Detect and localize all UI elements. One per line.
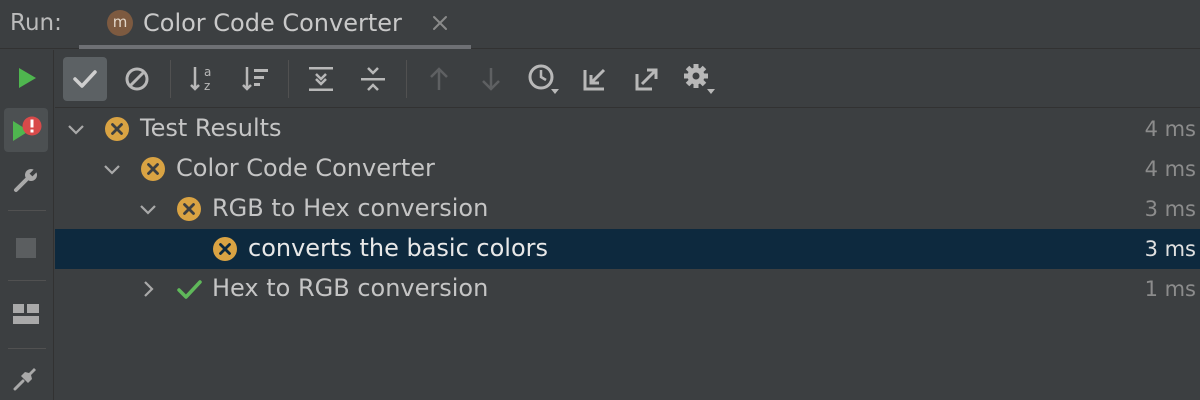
svg-text:z: z bbox=[204, 79, 210, 93]
pin-tab-button[interactable] bbox=[4, 356, 48, 400]
svg-text:a: a bbox=[204, 65, 211, 79]
export-icon bbox=[635, 68, 658, 91]
chevron-down-icon[interactable] bbox=[137, 198, 159, 220]
duration-label: 4 ms bbox=[1144, 157, 1196, 181]
tree-row-converts-basic-colors[interactable]: converts the basic colors 3 ms bbox=[55, 229, 1200, 269]
duration-label: 4 ms bbox=[1144, 117, 1196, 141]
duration-label: 3 ms bbox=[1144, 237, 1196, 261]
collapse-all-button[interactable] bbox=[351, 57, 395, 101]
tree-row-rgb-to-hex[interactable]: RGB to Hex conversion 3 ms bbox=[55, 189, 1200, 229]
tab-title: Color Code Converter bbox=[143, 9, 402, 37]
failed-status-icon bbox=[105, 117, 129, 141]
toolbar-divider bbox=[406, 60, 407, 98]
run-sidebar bbox=[0, 50, 54, 400]
collapse-all-icon bbox=[361, 67, 385, 91]
arrow-up-icon bbox=[430, 67, 448, 90]
failed-status-icon bbox=[213, 237, 237, 261]
previous-failed-test-button[interactable] bbox=[417, 57, 461, 101]
close-icon[interactable] bbox=[429, 12, 451, 34]
failed-status-icon bbox=[177, 197, 201, 221]
test-history-button[interactable] bbox=[521, 57, 565, 101]
stop-button[interactable] bbox=[4, 226, 48, 270]
sidebar-divider bbox=[8, 280, 46, 281]
tree-row-label: Test Results bbox=[140, 114, 282, 142]
rerun-failed-icon bbox=[13, 116, 42, 141]
failed-status-icon bbox=[141, 157, 165, 181]
tree-row-label: RGB to Hex conversion bbox=[212, 194, 489, 222]
gear-icon bbox=[684, 64, 715, 94]
rerun-button[interactable] bbox=[4, 56, 48, 100]
wrench-icon bbox=[14, 166, 40, 192]
chevron-down-icon[interactable] bbox=[65, 118, 87, 140]
edit-configuration-button[interactable] bbox=[4, 158, 48, 202]
show-passed-button[interactable] bbox=[63, 57, 107, 101]
sort-by-duration-button[interactable] bbox=[233, 57, 277, 101]
sort-alphabetically-button[interactable]: a z bbox=[181, 57, 225, 101]
toolbar-divider bbox=[288, 60, 289, 98]
passed-status-icon bbox=[177, 280, 202, 299]
sidebar-divider bbox=[8, 210, 46, 211]
checkmark-icon bbox=[73, 70, 97, 88]
run-tool-window-header: Run: m Color Code Converter bbox=[0, 0, 1200, 49]
mocha-config-icon: m bbox=[107, 10, 133, 36]
expand-all-icon bbox=[309, 67, 333, 91]
ignore-icon bbox=[125, 67, 149, 91]
chevron-down-icon[interactable] bbox=[101, 158, 123, 180]
import-icon bbox=[583, 68, 606, 91]
chevron-right-icon[interactable] bbox=[137, 278, 159, 300]
tree-row-label: Hex to RGB conversion bbox=[212, 274, 489, 302]
toolbar-divider bbox=[170, 60, 171, 98]
test-runner-toolbar: a z bbox=[55, 50, 1200, 108]
tab-color-code-converter[interactable]: m Color Code Converter bbox=[79, 0, 471, 49]
tree-row-hex-to-rgb[interactable]: Hex to RGB conversion 1 ms bbox=[55, 269, 1200, 309]
export-tests-button[interactable] bbox=[625, 57, 669, 101]
test-settings-button[interactable] bbox=[677, 57, 721, 101]
test-results-tree: Test Results 4 ms Color Code Converter 4… bbox=[55, 109, 1200, 400]
next-failed-test-button[interactable] bbox=[469, 57, 513, 101]
layout-button[interactable] bbox=[4, 292, 48, 336]
rerun-failed-tests-button[interactable] bbox=[4, 108, 48, 152]
play-icon bbox=[19, 68, 36, 88]
pin-icon bbox=[13, 368, 36, 391]
duration-label: 1 ms bbox=[1144, 277, 1196, 301]
tree-row-label: converts the basic colors bbox=[248, 234, 549, 262]
history-icon bbox=[528, 64, 559, 94]
show-ignored-button[interactable] bbox=[115, 57, 159, 101]
sidebar-divider bbox=[8, 348, 46, 349]
tree-row-color-code-converter[interactable]: Color Code Converter 4 ms bbox=[55, 149, 1200, 189]
import-tests-button[interactable] bbox=[573, 57, 617, 101]
sort-alpha-icon: a z bbox=[190, 65, 211, 93]
run-label: Run: bbox=[10, 10, 62, 36]
layout-icon bbox=[13, 304, 39, 324]
arrow-down-icon bbox=[482, 68, 500, 91]
tree-row-test-results[interactable]: Test Results 4 ms bbox=[55, 109, 1200, 149]
sort-duration-icon bbox=[242, 67, 268, 91]
tree-row-label: Color Code Converter bbox=[176, 154, 435, 182]
expand-all-button[interactable] bbox=[299, 57, 343, 101]
duration-label: 3 ms bbox=[1144, 197, 1196, 221]
stop-icon bbox=[16, 238, 36, 258]
